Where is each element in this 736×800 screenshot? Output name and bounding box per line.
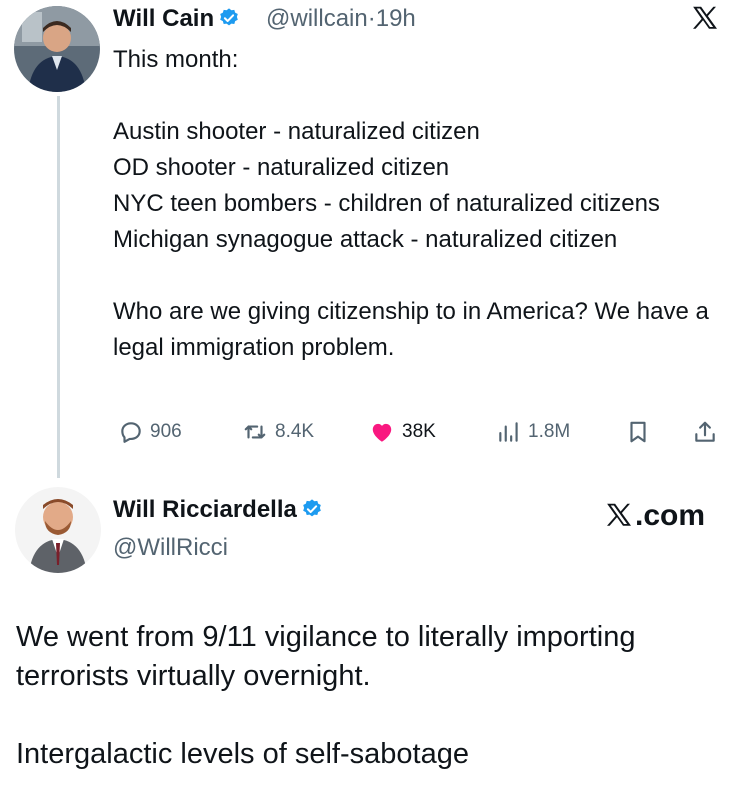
verified-badge-icon [303,499,321,517]
reply-author-name[interactable]: Will Ricciardella [113,496,323,524]
tweet-line: This month: [113,46,239,73]
tweet-line: Austin shooter - naturalized citizen [113,118,480,145]
tweet-line: OD shooter - naturalized citizen [113,154,450,181]
reply-paragraph: Intergalactic levels of self-sabotage [16,738,469,770]
reply-icon [121,422,141,443]
x-com-watermark: .com [604,499,705,533]
tweet-text: This month: Austin shooter - naturalized… [113,42,728,366]
thread-connector-line [57,96,60,478]
x-logo-icon [607,503,631,526]
reply-author-handle[interactable]: @WillRicci [113,534,228,562]
tweet-line: Who are we giving citizenship to in Amer… [113,298,709,361]
x-logo-icon [693,6,717,29]
views-icon [499,422,518,442]
tweet-actions: 906 8.4K 38K 1.8M [118,416,720,448]
heart-filled-icon [372,423,392,442]
tweet-line: Michigan synagogue attack - naturalized … [113,226,618,253]
views-button[interactable]: 1.8M [496,416,570,448]
bookmark-icon [630,421,646,443]
author-handle-time[interactable]: @willcain·19h [266,5,416,33]
repost-button[interactable]: 8.4K [241,416,314,448]
author-name[interactable]: Will Cain [113,5,240,33]
repost-icon [244,425,266,439]
reply-button[interactable]: 906 [118,416,182,448]
avatar[interactable] [15,487,101,573]
avatar[interactable] [14,6,100,92]
bookmark-button[interactable] [625,416,657,448]
share-button[interactable] [692,416,724,448]
reply-paragraph: We went from 9/11 vigilance to literally… [16,621,636,692]
verified-badge-icon [220,8,238,26]
reply-text: We went from 9/11 vigilance to literally… [16,618,728,774]
share-icon [695,421,715,442]
like-button[interactable]: 38K [368,416,436,448]
tweet-line: NYC teen bombers - children of naturaliz… [113,190,660,217]
